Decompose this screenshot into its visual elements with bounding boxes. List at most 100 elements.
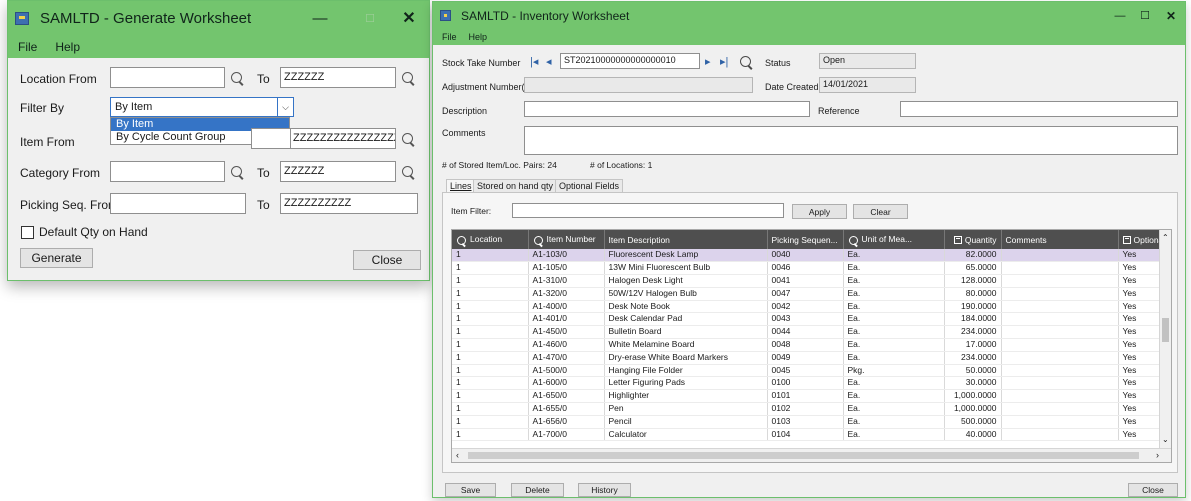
cell-picking-sequence[interactable]: 0102 (767, 402, 844, 416)
cell-picking-sequence[interactable]: 0040 (767, 249, 844, 263)
cell-quantity[interactable]: 65.0000 (944, 261, 1002, 276)
cell-comments[interactable] (1001, 428, 1119, 442)
cell-comments[interactable] (1001, 325, 1119, 340)
menu-help[interactable]: Help (55, 40, 80, 54)
cell-quantity[interactable]: 17.0000 (944, 338, 1002, 352)
minimize-button[interactable]: — (1110, 2, 1130, 29)
cell-comments[interactable] (1001, 287, 1119, 301)
filter-by-select[interactable]: By Item ⌵ (110, 97, 294, 117)
cell-quantity[interactable]: 40.0000 (944, 428, 1002, 442)
cell-picking-sequence[interactable]: 0103 (767, 415, 844, 429)
cell-comments[interactable] (1001, 300, 1119, 314)
table-row[interactable]: 1 A1-401/0 Desk Calendar Pad 0043 Ea. 184.000… (452, 312, 1166, 327)
cell-item-description[interactable]: 13W Mini Fluorescent Bulb (604, 261, 768, 276)
cell-location[interactable]: 1 (452, 325, 529, 340)
cell-location[interactable]: 1 (452, 249, 529, 263)
cell-optional[interactable]: Yes (1118, 287, 1166, 301)
cell-location[interactable]: 1 (452, 389, 529, 404)
table-row[interactable]: 1 A1-700/0 Calculator 0104 Ea. 40.0000 Yes (452, 428, 1166, 442)
stock-take-finder-icon[interactable] (739, 55, 753, 69)
cell-optional[interactable]: Yes (1118, 415, 1166, 429)
cell-location[interactable]: 1 (452, 351, 529, 365)
column-header-item-number[interactable]: Item Number (528, 230, 605, 249)
cell-quantity[interactable]: 190.0000 (944, 300, 1002, 314)
cell-picking-sequence[interactable]: 0042 (767, 300, 844, 314)
cell-comments[interactable] (1001, 389, 1119, 404)
cell-picking-sequence[interactable]: 0100 (767, 376, 844, 391)
column-header-unit-of-measure[interactable]: Unit of Mea... (843, 230, 945, 249)
scroll-up-icon[interactable]: ⌃ (1162, 233, 1169, 242)
column-header-item-description[interactable]: Item Description (604, 230, 768, 249)
cell-item-number[interactable]: A1-450/0 (528, 325, 605, 340)
cell-comments[interactable] (1001, 312, 1119, 327)
cell-quantity[interactable]: 80.0000 (944, 287, 1002, 301)
cell-item-description[interactable]: Halogen Desk Light (604, 274, 768, 288)
cell-item-number[interactable]: A1-500/0 (528, 364, 605, 378)
save-button[interactable]: Save (445, 483, 496, 497)
cell-optional[interactable]: Yes (1118, 389, 1166, 404)
cell-optional[interactable]: Yes (1118, 261, 1166, 276)
cell-picking-sequence[interactable]: 0044 (767, 325, 844, 340)
cell-picking-sequence[interactable]: 0047 (767, 287, 844, 301)
location-from-finder-icon[interactable] (230, 71, 245, 86)
apply-button[interactable]: Apply (792, 204, 847, 219)
previous-record-icon[interactable]: ◂ (546, 55, 552, 69)
cell-optional[interactable]: Yes (1118, 338, 1166, 352)
scroll-thumb[interactable] (1162, 318, 1169, 342)
cell-quantity[interactable]: 128.0000 (944, 274, 1002, 288)
scroll-right-icon[interactable]: › (1156, 450, 1159, 460)
cell-comments[interactable] (1001, 249, 1119, 263)
cell-item-description[interactable]: Desk Calendar Pad (604, 312, 768, 327)
generate-title-bar[interactable]: SAMLTD - Generate Worksheet — ☐ ✕ (8, 1, 429, 35)
maximize-button[interactable]: ☐ (1135, 2, 1155, 29)
cell-item-description[interactable]: Dry-erase White Board Markers (604, 351, 768, 365)
cell-picking-sequence[interactable]: 0046 (767, 261, 844, 276)
cell-comments[interactable] (1001, 376, 1119, 391)
cell-comments[interactable] (1001, 402, 1119, 416)
cell-location[interactable]: 1 (452, 376, 529, 391)
table-row[interactable]: 1 A1-400/0 Desk Note Book 0042 Ea. 190.0000 Ye… (452, 300, 1166, 314)
menu-file[interactable]: File (18, 40, 37, 54)
cell-location[interactable]: 1 (452, 402, 529, 416)
cell-quantity[interactable]: 30.0000 (944, 376, 1002, 391)
cell-picking-sequence[interactable]: 0104 (767, 428, 844, 442)
cell-item-description[interactable]: 50W/12V Halogen Bulb (604, 287, 768, 301)
scroll-down-icon[interactable]: ⌄ (1162, 435, 1169, 444)
cell-comments[interactable] (1001, 338, 1119, 352)
cell-item-description[interactable]: Bulletin Board (604, 325, 768, 340)
table-row[interactable]: 1 A1-470/0 Dry-erase White Board Markers 00… (452, 351, 1166, 365)
menu-file[interactable]: File (442, 32, 457, 42)
cell-quantity[interactable]: 234.0000 (944, 325, 1002, 340)
cell-comments[interactable] (1001, 261, 1119, 276)
location-from-input[interactable] (110, 67, 225, 88)
category-from-finder-icon[interactable] (230, 165, 245, 180)
cell-comments[interactable] (1001, 364, 1119, 378)
cell-item-description[interactable]: Pen (604, 402, 768, 416)
cell-unit-of-measure[interactable]: Ea. (843, 389, 945, 404)
default-qty-checkbox[interactable] (21, 226, 34, 239)
close-window-button[interactable]: ✕ (1160, 2, 1182, 29)
cell-item-number[interactable]: A1-320/0 (528, 287, 605, 301)
cell-item-number[interactable]: A1-655/0 (528, 402, 605, 416)
cell-picking-sequence[interactable]: 0041 (767, 274, 844, 288)
cell-unit-of-measure[interactable]: Ea. (843, 261, 945, 276)
cell-item-number[interactable]: A1-400/0 (528, 300, 605, 314)
next-record-icon[interactable]: ▸ (705, 55, 711, 69)
cell-location[interactable]: 1 (452, 312, 529, 327)
table-row[interactable]: 1 A1-105/0 13W Mini Fluorescent Bulb 0046 Ea… (452, 261, 1166, 276)
generate-close-button[interactable]: Close (353, 250, 421, 270)
cell-unit-of-measure[interactable]: Ea. (843, 351, 945, 365)
cell-unit-of-measure[interactable]: Ea. (843, 274, 945, 288)
tab-lines[interactable]: Lines (446, 179, 476, 193)
cell-picking-sequence[interactable]: 0043 (767, 312, 844, 327)
description-input[interactable] (524, 101, 810, 117)
cell-item-number[interactable]: A1-656/0 (528, 415, 605, 429)
clear-button[interactable]: Clear (853, 204, 908, 219)
table-row[interactable]: 1 A1-655/0 Pen 0102 Ea. 1,000.0000 Yes (452, 402, 1166, 416)
cell-picking-sequence[interactable]: 0101 (767, 389, 844, 404)
category-to-finder-icon[interactable] (401, 165, 416, 180)
last-record-icon[interactable]: ▸| (720, 55, 728, 69)
cell-location[interactable]: 1 (452, 274, 529, 288)
cell-item-number[interactable]: A1-103/0 (528, 249, 605, 263)
first-record-icon[interactable]: |◂ (530, 55, 538, 69)
